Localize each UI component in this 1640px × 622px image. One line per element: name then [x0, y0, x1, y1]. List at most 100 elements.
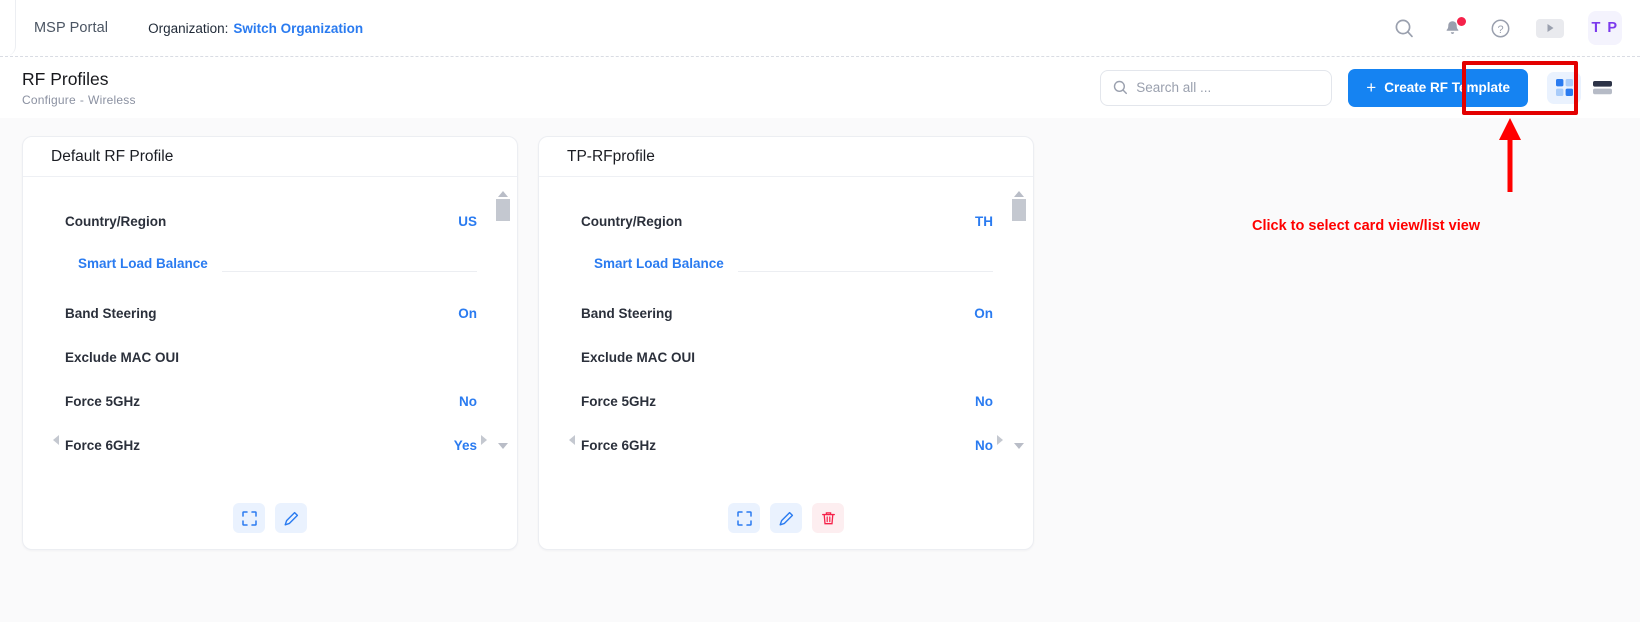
property-key: Band Steering	[65, 305, 157, 321]
divider	[221, 271, 477, 272]
play-icon[interactable]	[1536, 18, 1564, 38]
property-row: Force 6GHz No	[581, 423, 993, 467]
property-key: Exclude MAC OUI	[581, 349, 696, 365]
edit-button[interactable]	[770, 503, 802, 533]
create-rf-template-label: Create RF Template	[1384, 80, 1510, 95]
scrollbar-thumb[interactable]	[496, 199, 510, 221]
property-key: Country/Region	[65, 213, 167, 229]
property-key: Band Steering	[581, 305, 673, 321]
card-view-button[interactable]	[1547, 71, 1581, 104]
property-row: Exclude MAC OUI	[65, 335, 477, 379]
property-value: On	[974, 305, 993, 321]
property-row: Country/Region US	[65, 199, 477, 243]
property-list: Country/Region US Smart Load Balance Ban…	[23, 199, 517, 467]
organization-label: Organization:	[148, 20, 229, 36]
breadcrumb-child[interactable]: Wireless	[88, 93, 136, 107]
expand-button[interactable]	[728, 503, 760, 533]
property-row: Force 5GHz No	[65, 379, 477, 423]
trash-icon	[821, 511, 835, 524]
property-row: Force 5GHz No	[581, 379, 993, 423]
create-rf-template-button[interactable]: + Create RF Template	[1348, 68, 1528, 107]
property-value: TH	[975, 213, 993, 229]
scroll-up-arrow-icon[interactable]	[498, 191, 508, 197]
property-key: Smart Load Balance	[78, 255, 208, 271]
search-input[interactable]	[1136, 80, 1320, 95]
sidebar-collapsed-stub	[0, 0, 16, 56]
bell-icon[interactable]	[1440, 16, 1466, 40]
property-value: US	[458, 213, 477, 229]
card-action-bar	[23, 487, 517, 549]
scroll-left-arrow-icon[interactable]	[569, 435, 575, 445]
scroll-down-arrow-icon[interactable]	[1014, 443, 1024, 449]
property-row: Band Steering On	[65, 291, 477, 335]
vertical-scrollbar[interactable]	[496, 191, 510, 449]
grid-icon	[1555, 79, 1573, 96]
property-value: No	[975, 393, 993, 409]
horizontal-scrollbar[interactable]	[53, 435, 487, 445]
property-list: Country/Region TH Smart Load Balance Ban…	[539, 199, 1033, 467]
svg-text:?: ?	[1497, 24, 1503, 36]
pencil-icon	[284, 511, 298, 525]
property-value: On	[458, 305, 477, 321]
property-row-smart-load-balance[interactable]: Smart Load Balance	[65, 243, 477, 283]
card-header: Default RF Profile	[23, 137, 517, 177]
card-title: TP-RFprofile	[567, 147, 655, 165]
expand-icon	[736, 510, 752, 526]
page-header: RF Profiles Configure-Wireless + Create …	[0, 56, 1640, 118]
topbar-icon-group: ? T P	[1392, 11, 1622, 45]
notification-badge	[1457, 17, 1466, 26]
divider	[737, 271, 993, 272]
card-body: Country/Region US Smart Load Balance Ban…	[23, 177, 517, 487]
list-icon	[1592, 81, 1612, 95]
list-view-button[interactable]	[1585, 72, 1619, 104]
property-key: Force 5GHz	[65, 393, 141, 409]
page-title: RF Profiles	[22, 68, 109, 89]
top-bar: MSP Portal Organization: Switch Organizat…	[0, 0, 1640, 56]
property-key: Force 5GHz	[581, 393, 657, 409]
scrollbar-thumb[interactable]	[1012, 199, 1026, 221]
view-toggle-group	[1544, 69, 1622, 107]
breadcrumb: Configure - Wireless	[22, 93, 136, 107]
search-box[interactable]	[1100, 69, 1333, 106]
breadcrumb-separator: -	[79, 92, 85, 107]
edit-button[interactable]	[275, 503, 307, 533]
property-row: Band Steering On	[581, 291, 993, 335]
page-title-group: RF Profiles Configure - Wireless	[22, 69, 136, 107]
property-row-smart-load-balance[interactable]: Smart Load Balance	[581, 243, 993, 283]
property-row: Exclude MAC OUI	[581, 335, 993, 379]
property-row: Force 6GHz Yes	[65, 423, 477, 467]
horizontal-scrollbar[interactable]	[569, 435, 1003, 445]
rf-profile-card-list: Default RF Profile Country/Region US Sma…	[22, 136, 1640, 550]
breadcrumb-parent[interactable]: Configure	[22, 93, 76, 107]
main-content: Default RF Profile Country/Region US Sma…	[0, 118, 1640, 622]
card-header: TP-RFprofile	[539, 137, 1033, 177]
search-icon[interactable]	[1392, 16, 1416, 40]
brand-label: MSP Portal	[34, 20, 109, 36]
property-key: Country/Region	[581, 213, 683, 229]
switch-organization-link[interactable]: Switch Organization	[233, 21, 363, 36]
scroll-right-arrow-icon[interactable]	[481, 435, 487, 445]
card-action-bar	[539, 487, 1033, 549]
scroll-up-arrow-icon[interactable]	[1014, 191, 1024, 197]
pencil-icon	[779, 511, 793, 525]
property-value: No	[459, 393, 477, 409]
delete-button[interactable]	[812, 503, 844, 533]
scroll-right-arrow-icon[interactable]	[997, 435, 1003, 445]
plus-icon: +	[1366, 78, 1377, 97]
scroll-down-arrow-icon[interactable]	[498, 443, 508, 449]
property-row: Country/Region TH	[581, 199, 993, 243]
rf-profile-card[interactable]: Default RF Profile Country/Region US Sma…	[22, 136, 518, 550]
vertical-scrollbar[interactable]	[1012, 191, 1026, 449]
property-key: Exclude MAC OUI	[65, 349, 180, 365]
header-actions: + Create RF Template	[1100, 68, 1622, 107]
card-title: Default RF Profile	[51, 147, 174, 165]
property-key: Smart Load Balance	[594, 255, 724, 271]
card-body: Country/Region TH Smart Load Balance Ban…	[539, 177, 1033, 487]
rf-profile-card[interactable]: TP-RFprofile Country/Region TH Smart Loa…	[538, 136, 1034, 550]
expand-button[interactable]	[233, 503, 265, 533]
scroll-left-arrow-icon[interactable]	[53, 435, 59, 445]
question-circle-icon[interactable]: ?	[1488, 16, 1512, 40]
avatar[interactable]: T P	[1588, 11, 1622, 45]
